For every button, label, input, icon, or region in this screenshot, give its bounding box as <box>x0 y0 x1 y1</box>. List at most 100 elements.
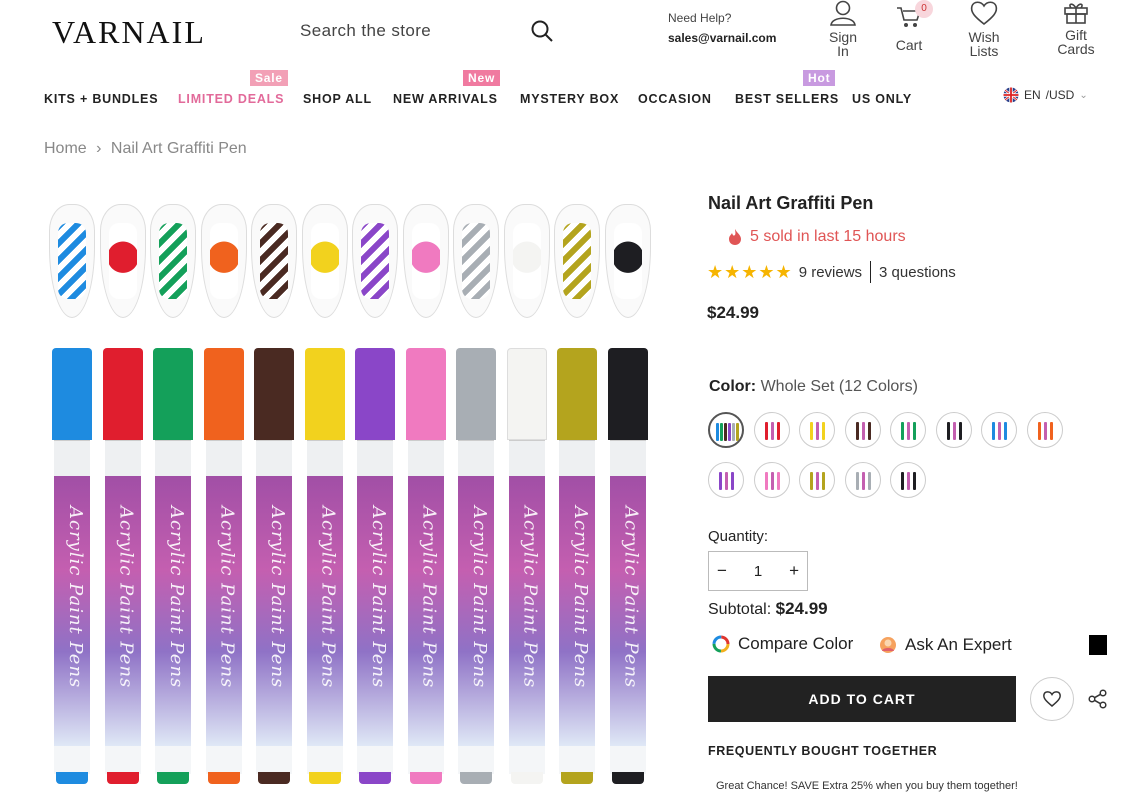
nail-art-sample <box>251 204 297 318</box>
color-swatch[interactable] <box>844 412 881 448</box>
product-title: Nail Art Graffiti Pen <box>708 193 874 213</box>
color-swatch[interactable] <box>1026 412 1063 448</box>
breadcrumb-current: Nail Art Graffiti Pen <box>110 140 247 157</box>
paint-pen: Acrylic Paint Pens <box>153 348 193 784</box>
color-swatch[interactable] <box>708 412 744 448</box>
nail-art-sample <box>352 204 398 318</box>
qty-value-input[interactable]: 1 <box>754 563 762 580</box>
rating-divider <box>870 261 872 283</box>
nav-shop-all[interactable]: SHOP ALL <box>303 92 372 106</box>
heart-icon <box>1043 691 1061 707</box>
nav-limited-deals-label: LIMITED DEALS <box>178 92 285 106</box>
nav-occasion[interactable]: OCCASION <box>638 92 712 106</box>
paint-pen: Acrylic Paint Pens <box>355 348 395 784</box>
language-currency-selector[interactable]: EN /USD ⌄ <box>1003 87 1088 103</box>
nail-art-sample <box>200 204 247 318</box>
nail-art-sample <box>554 204 600 318</box>
product-price: $24.99 <box>707 303 759 322</box>
nav-best-sellers-label: BEST SELLERS <box>735 92 840 106</box>
chevron-down-icon: ⌄ <box>1079 89 1088 101</box>
sign-in-line2: In <box>837 43 849 59</box>
nav-limited-deals[interactable]: LIMITED DEALS Sale <box>178 70 288 106</box>
subtotal-label: Subtotal: <box>708 601 772 618</box>
search-icon[interactable] <box>530 19 554 48</box>
color-swatch[interactable] <box>890 462 926 498</box>
nail-art-sample <box>604 204 651 318</box>
nail-art-sample <box>49 204 95 318</box>
paint-pen: Acrylic Paint Pens <box>52 348 92 784</box>
color-swatch[interactable] <box>799 462 835 498</box>
color-label-title: Color: <box>709 378 757 395</box>
color-swatch[interactable] <box>890 412 926 448</box>
compare-color-button[interactable]: Compare Color <box>712 634 853 654</box>
heart-icon <box>970 1 998 26</box>
subtotal-value: $24.99 <box>775 599 828 618</box>
subtotal: Subtotal: $24.99 <box>708 599 828 619</box>
paint-pen: Acrylic Paint Pens <box>557 348 597 784</box>
cart-button[interactable]: 0 Cart <box>893 0 933 52</box>
paint-pen: Acrylic Paint Pens <box>506 348 547 784</box>
sold-indicator: 5 sold in last 15 hours <box>728 228 906 246</box>
gift-cards-button[interactable]: Gift Cards <box>1056 0 1096 56</box>
nail-art-sample <box>453 204 499 318</box>
help-email[interactable]: sales@varnail.com <box>668 31 776 45</box>
paint-pen: Acrylic Paint Pens <box>203 348 244 784</box>
new-badge: New <box>463 70 501 86</box>
logo[interactable]: VARNAIL <box>52 14 206 51</box>
fire-icon <box>729 229 741 245</box>
help-contact: Need Help? sales@varnail.com <box>668 11 776 45</box>
paint-pen: Acrylic Paint Pens <box>304 348 345 784</box>
help-title: Need Help? <box>668 11 732 25</box>
sign-in-button[interactable]: Sign In <box>826 0 860 58</box>
star-rating: ★★★★★ <box>707 261 793 282</box>
nail-art-sample <box>503 204 550 318</box>
nav-new-arrivals-label: NEW ARRIVALS <box>393 92 498 106</box>
nav-us-only[interactable]: US ONLY <box>852 92 912 106</box>
ask-expert-label: Ask An Expert <box>905 635 1012 654</box>
gift-icon <box>1064 3 1088 24</box>
nail-art-sample <box>150 204 196 318</box>
paint-pen: Acrylic Paint Pens <box>405 348 446 784</box>
user-icon <box>830 0 856 26</box>
nav-mystery-box[interactable]: MYSTERY BOX <box>520 92 619 106</box>
questions-link[interactable]: 3 questions <box>879 264 956 281</box>
breadcrumb-separator: › <box>96 140 102 157</box>
wish-lists-line1: Wish <box>968 29 1000 45</box>
ask-expert-button[interactable]: Ask An Expert <box>879 635 1012 655</box>
quantity-label: Quantity: <box>708 528 769 545</box>
sold-text: 5 sold in last 15 hours <box>750 228 906 245</box>
add-to-wishlist-button[interactable] <box>1030 677 1074 721</box>
share-icon[interactable] <box>1088 689 1108 714</box>
nav-kits-bundles[interactable]: KITS + BUNDLES <box>44 92 158 106</box>
color-swatch[interactable] <box>753 412 790 448</box>
color-label: Color: Whole Set (12 Colors) <box>709 378 918 396</box>
search-input[interactable]: Search the store <box>300 16 560 46</box>
product-image[interactable]: Acrylic Paint Pens Acrylic Paint Pens Acry… <box>44 196 660 792</box>
qty-minus-button[interactable]: − <box>717 561 727 581</box>
color-swatch[interactable] <box>753 462 790 498</box>
color-swatch[interactable] <box>935 412 972 448</box>
nav-new-arrivals[interactable]: NEW ARRIVALS New <box>393 70 501 106</box>
color-selected-value: Whole Set (12 Colors) <box>760 378 918 395</box>
reviews-link[interactable]: 9 reviews <box>799 264 862 281</box>
floating-widget[interactable] <box>1089 635 1107 655</box>
paint-pen: Acrylic Paint Pens <box>456 348 496 784</box>
language-label: EN <box>1024 88 1041 102</box>
color-swatch[interactable] <box>708 462 744 498</box>
expert-avatar-icon <box>880 637 896 653</box>
sign-in-line1: Sign <box>828 29 858 45</box>
color-swatch[interactable] <box>799 412 835 448</box>
color-swatch[interactable] <box>844 462 881 498</box>
breadcrumb-home[interactable]: Home <box>44 140 87 157</box>
wish-lists-button[interactable]: Wish Lists <box>966 0 1002 58</box>
paint-pen: Acrylic Paint Pens <box>607 348 648 784</box>
cart-count-badge: 0 <box>915 0 933 18</box>
color-swatch[interactable] <box>981 412 1017 448</box>
sale-badge: Sale <box>250 70 288 86</box>
nav-best-sellers[interactable]: BEST SELLERS Hot <box>735 70 840 106</box>
qty-plus-button[interactable]: + <box>789 561 799 581</box>
quantity-stepper: − 1 + <box>708 551 808 591</box>
gift-cards-line2: Cards <box>1057 41 1095 57</box>
add-to-cart-button[interactable]: ADD TO CART <box>708 676 1016 722</box>
nail-art-sample <box>99 204 146 318</box>
